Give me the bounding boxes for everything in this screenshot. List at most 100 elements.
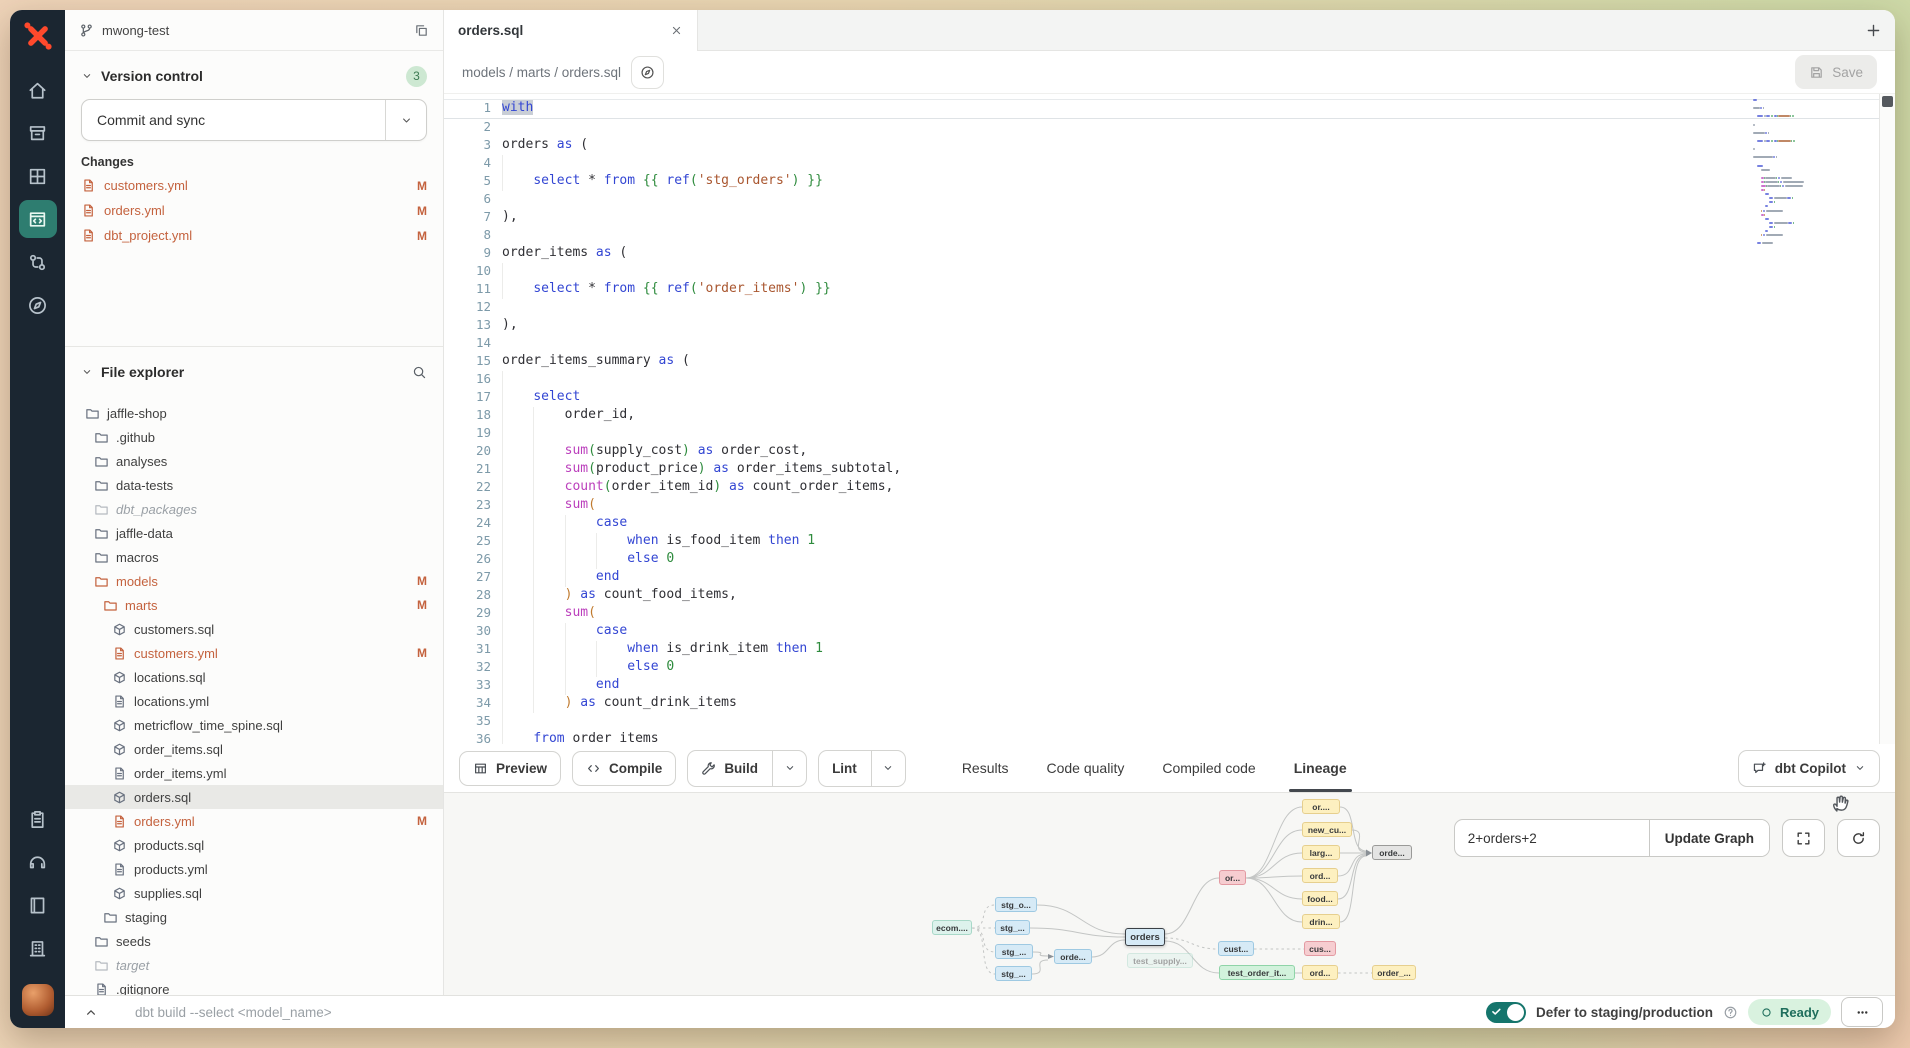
tree-item-target[interactable]: target bbox=[65, 953, 443, 977]
build-button[interactable]: Build bbox=[687, 750, 807, 787]
commit-and-sync-button[interactable]: Commit and sync bbox=[81, 99, 427, 141]
lineage-node-drin[interactable]: drin... bbox=[1302, 914, 1340, 929]
lineage-node-food[interactable]: food... bbox=[1302, 891, 1338, 906]
compile-button[interactable]: Compile bbox=[572, 751, 676, 786]
tree-item-locations.yml[interactable]: locations.yml bbox=[65, 689, 443, 713]
tree-item-orders.sql[interactable]: orders.sql bbox=[65, 785, 443, 809]
expand-command-bar-icon[interactable] bbox=[77, 1005, 105, 1020]
tree-item-order_items.yml[interactable]: order_items.yml bbox=[65, 761, 443, 785]
lineage-node-cust[interactable]: cust... bbox=[1218, 941, 1254, 956]
tree-item-staging[interactable]: staging bbox=[65, 905, 443, 929]
clipboard-icon[interactable] bbox=[19, 800, 57, 838]
tree-item-dbt_packages[interactable]: dbt_packages bbox=[65, 497, 443, 521]
defer-toggle[interactable] bbox=[1486, 1002, 1526, 1023]
lineage-node-or[interactable]: or.... bbox=[1302, 799, 1340, 814]
fullscreen-button[interactable] bbox=[1782, 819, 1825, 857]
lineage-node-test_order_it[interactable]: test_order_it... bbox=[1219, 965, 1295, 980]
close-icon[interactable] bbox=[670, 24, 683, 37]
tab-lineage[interactable]: Lineage bbox=[1275, 744, 1366, 792]
status-badge[interactable]: Ready bbox=[1748, 999, 1831, 1025]
lineage-node-test_supply[interactable]: test_supply... bbox=[1127, 953, 1193, 968]
tree-item-marts[interactable]: martsM bbox=[65, 593, 443, 617]
editor-minimap[interactable] bbox=[1753, 99, 1841, 250]
command-input[interactable]: dbt build --select <model_name> bbox=[135, 1005, 332, 1020]
lint-button[interactable]: Lint bbox=[818, 750, 906, 787]
build-options-caret[interactable] bbox=[772, 751, 806, 786]
new-tab-button[interactable] bbox=[1851, 10, 1895, 50]
sidebar: mwong-test Version control 3 Commit and … bbox=[65, 10, 444, 995]
dbt-copilot-button[interactable]: dbt Copilot bbox=[1738, 750, 1880, 787]
code-editor[interactable]: 1with23orders as (45 select * from {{ re… bbox=[444, 94, 1895, 744]
lineage-node-stg_[interactable]: stg_... bbox=[995, 966, 1032, 981]
tree-item-macros[interactable]: macros bbox=[65, 545, 443, 569]
folder-icon bbox=[94, 454, 109, 469]
copy-icon[interactable] bbox=[414, 23, 429, 38]
tab-results[interactable]: Results bbox=[943, 744, 1028, 792]
tree-item-customers.yml[interactable]: customers.ymlM bbox=[65, 641, 443, 665]
git-compare-icon[interactable] bbox=[19, 243, 57, 281]
tree-item-.gitignore[interactable]: .gitignore bbox=[65, 977, 443, 995]
home-icon[interactable] bbox=[19, 71, 57, 109]
user-avatar[interactable] bbox=[22, 984, 54, 1016]
commit-options-caret[interactable] bbox=[385, 100, 426, 140]
view-lineage-button[interactable] bbox=[631, 56, 664, 89]
tree-item-metricflow_time_spine.sql[interactable]: metricflow_time_spine.sql bbox=[65, 713, 443, 737]
lint-options-caret[interactable] bbox=[871, 751, 905, 786]
more-options-button[interactable] bbox=[1841, 997, 1883, 1027]
chevron-down-icon[interactable] bbox=[81, 366, 93, 378]
tree-item-data-tests[interactable]: data-tests bbox=[65, 473, 443, 497]
book-icon[interactable] bbox=[19, 886, 57, 924]
lineage-node-stg_o[interactable]: stg_o... bbox=[995, 897, 1037, 912]
lineage-node-stg_[interactable]: stg_... bbox=[995, 920, 1030, 935]
editor-scrollbar[interactable] bbox=[1879, 94, 1895, 744]
tree-item-locations.sql[interactable]: locations.sql bbox=[65, 665, 443, 689]
chevron-down-icon[interactable] bbox=[81, 70, 93, 82]
tab-code-quality[interactable]: Code quality bbox=[1028, 744, 1144, 792]
lineage-node-cus[interactable]: cus... bbox=[1304, 941, 1336, 956]
refresh-button[interactable] bbox=[1837, 819, 1880, 857]
building-icon[interactable] bbox=[19, 929, 57, 967]
tree-item-products.yml[interactable]: products.yml bbox=[65, 857, 443, 881]
lineage-filter-input[interactable] bbox=[1455, 820, 1649, 856]
save-button[interactable]: Save bbox=[1795, 55, 1877, 89]
tree-item-products.sql[interactable]: products.sql bbox=[65, 833, 443, 857]
tree-item-seeds[interactable]: seeds bbox=[65, 929, 443, 953]
lineage-node-stg_[interactable]: stg_... bbox=[995, 944, 1033, 959]
search-icon[interactable] bbox=[412, 365, 427, 380]
tree-item-orders.yml[interactable]: orders.ymlM bbox=[65, 809, 443, 833]
help-icon[interactable] bbox=[1723, 1005, 1738, 1020]
changed-file-customers.yml[interactable]: customers.ymlM bbox=[65, 173, 443, 198]
tree-item-jaffle-data[interactable]: jaffle-data bbox=[65, 521, 443, 545]
tab-orders-sql[interactable]: orders.sql bbox=[444, 10, 698, 51]
update-graph-button[interactable]: Update Graph bbox=[1649, 820, 1769, 856]
tree-item-analyses[interactable]: analyses bbox=[65, 449, 443, 473]
scrollbar-thumb[interactable] bbox=[1882, 96, 1893, 107]
tab-compiled-code[interactable]: Compiled code bbox=[1143, 744, 1274, 792]
lineage-node-orde[interactable]: orde... bbox=[1054, 949, 1092, 964]
compass-icon[interactable] bbox=[19, 286, 57, 324]
dbt-logo-icon[interactable] bbox=[22, 20, 54, 52]
lineage-node-or[interactable]: or... bbox=[1219, 870, 1246, 885]
tree-item-models[interactable]: modelsM bbox=[65, 569, 443, 593]
tree-item-jaffle-shop[interactable]: jaffle-shop bbox=[65, 401, 443, 425]
headset-icon[interactable] bbox=[19, 843, 57, 881]
grid-icon[interactable] bbox=[19, 157, 57, 195]
tree-item-.github[interactable]: .github bbox=[65, 425, 443, 449]
lineage-node-ord[interactable]: ord... bbox=[1302, 868, 1338, 883]
tree-item-customers.sql[interactable]: customers.sql bbox=[65, 617, 443, 641]
lineage-node-ord[interactable]: ord... bbox=[1302, 965, 1338, 980]
changed-file-orders.yml[interactable]: orders.ymlM bbox=[65, 198, 443, 223]
tree-item-supplies.sql[interactable]: supplies.sql bbox=[65, 881, 443, 905]
lineage-node-order_[interactable]: order_... bbox=[1372, 965, 1416, 980]
changed-file-dbt_project.yml[interactable]: dbt_project.ymlM bbox=[65, 223, 443, 248]
lineage-node-larg[interactable]: larg... bbox=[1302, 845, 1340, 860]
lineage-node-orders[interactable]: orders bbox=[1125, 928, 1165, 946]
code-window-icon[interactable] bbox=[19, 200, 57, 238]
archive-icon[interactable] bbox=[19, 114, 57, 152]
tree-item-order_items.sql[interactable]: order_items.sql bbox=[65, 737, 443, 761]
preview-button[interactable]: Preview bbox=[459, 751, 561, 786]
lineage-node-orde[interactable]: orde... bbox=[1372, 845, 1412, 860]
lineage-node-new_cu[interactable]: new_cu... bbox=[1302, 822, 1352, 837]
lineage-node-ecom[interactable]: ecom.... bbox=[932, 920, 972, 935]
branch-selector[interactable]: mwong-test bbox=[65, 10, 443, 51]
